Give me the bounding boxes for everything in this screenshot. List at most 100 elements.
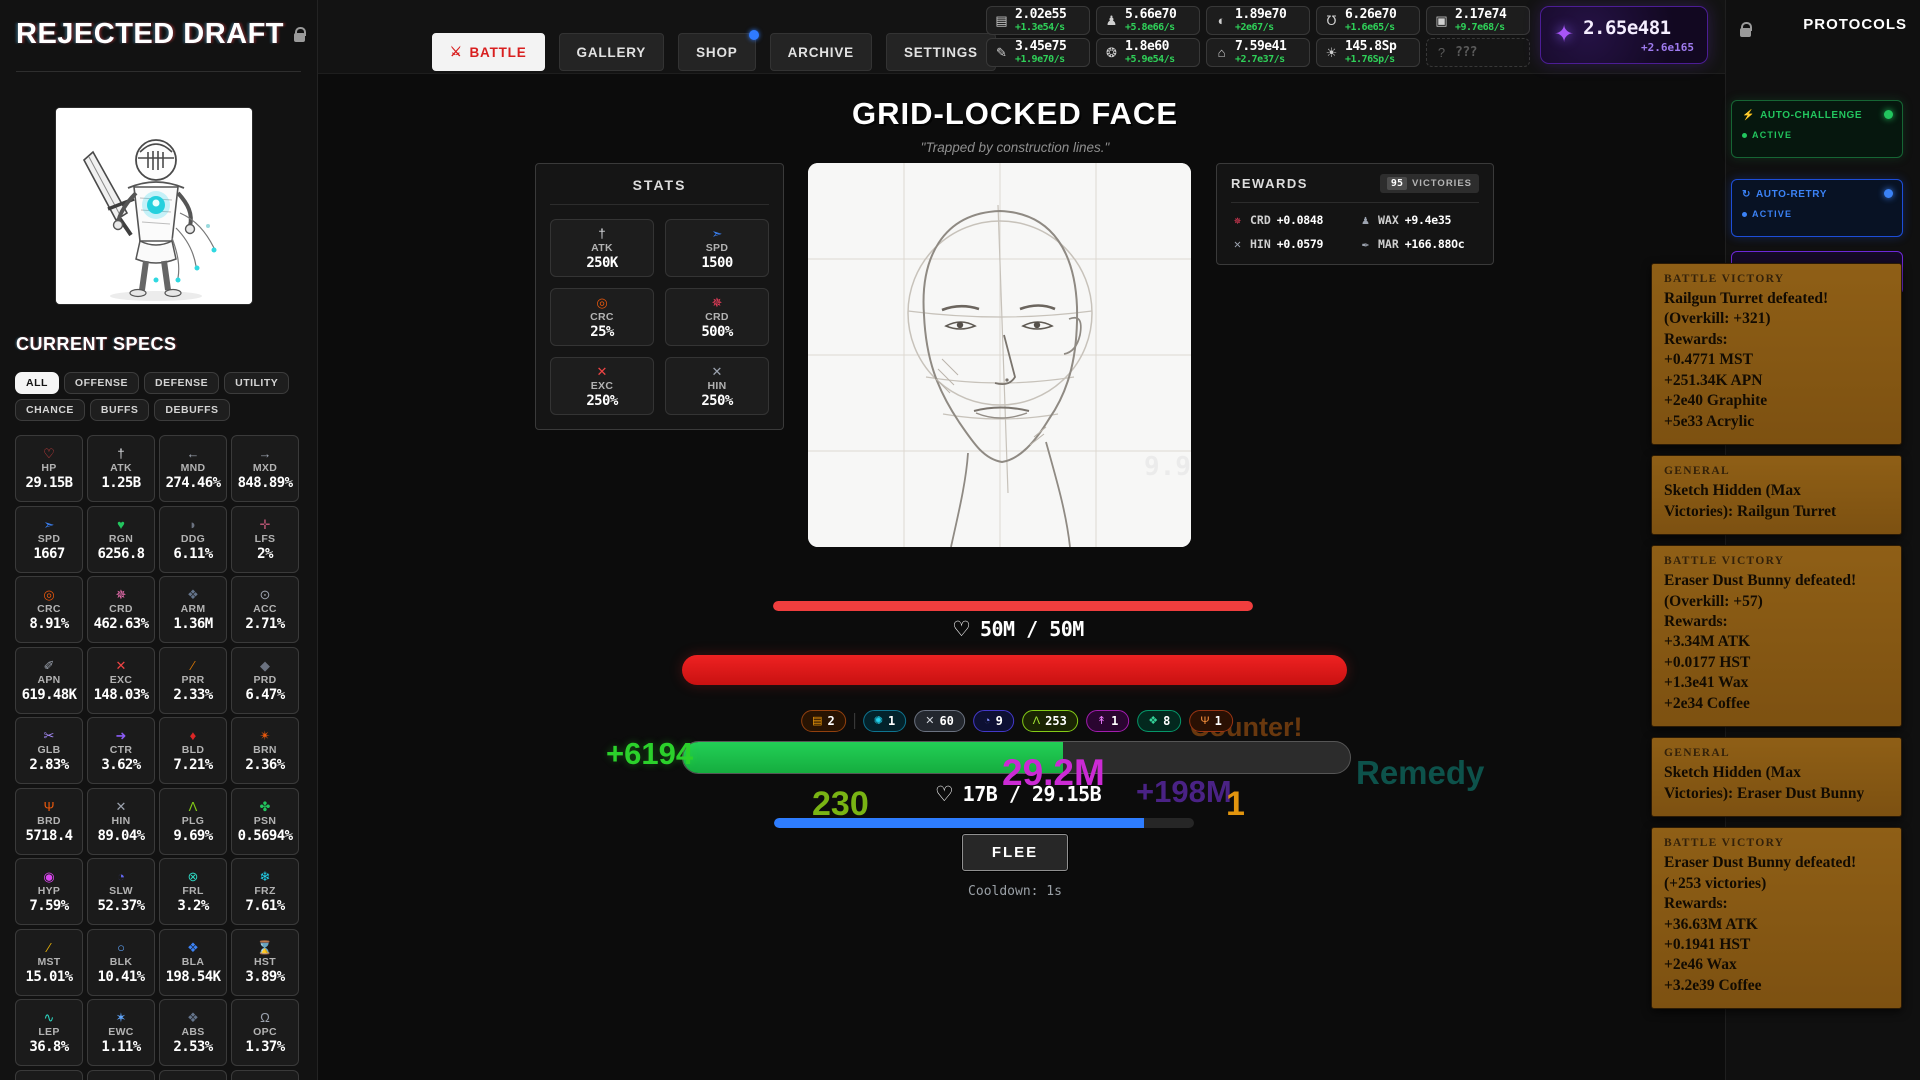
stat-value: 500% [701, 324, 732, 340]
filter-buffs[interactable]: BUFFS [90, 399, 150, 421]
spec-label: HYP [38, 885, 61, 897]
tab-gallery[interactable]: GALLERY [559, 33, 665, 71]
spec-value: 148.03% [94, 687, 149, 703]
spec-label: SLW [109, 885, 133, 897]
buff-chip-slow-debuff[interactable]: ◔9 [973, 710, 1014, 732]
tab-battle[interactable]: ⚔BATTLE [432, 33, 545, 71]
divider [16, 71, 301, 72]
spec-cell-prr[interactable]: ∕PRR2.33% [159, 647, 227, 714]
spec-cell-hst[interactable]: ⌛HST3.89% [231, 929, 299, 996]
flee-button[interactable]: FLEE [962, 834, 1068, 871]
protocol-card-auto-retry[interactable]: ↻AUTO-RETRYACTIVE [1731, 179, 1903, 237]
spec-cell-crc[interactable]: ◎CRC8.91% [15, 576, 83, 643]
enemy-stats-panel: STATS †ATK250K➣SPD1500◎CRC25%✵CRD500%✕EX… [535, 163, 784, 430]
spec-cell-bla[interactable]: ❖BLA198.54K [159, 929, 227, 996]
status-dot [1742, 212, 1747, 217]
rgn-stat-icon: ♥ [117, 517, 125, 532]
spec-cell-slw[interactable]: ◔SLW52.37% [87, 858, 155, 925]
lfs-stat-icon: ✛ [260, 517, 271, 532]
spec-cell-bld[interactable]: ♦BLD7.21% [159, 717, 227, 784]
spec-cell-hp[interactable]: ♡HP29.15B [15, 435, 83, 502]
spec-cell-prd[interactable]: ◆PRD6.47% [231, 647, 299, 714]
spec-cell-brd[interactable]: ΨBRD5718.4 [15, 788, 83, 855]
tab-archive[interactable]: ARCHIVE [770, 33, 872, 71]
protocol-toggle[interactable] [1884, 189, 1893, 198]
spec-cell-spd[interactable]: ➣SPD1667 [15, 506, 83, 573]
brn-stat-icon: ✴ [260, 728, 271, 743]
resource-text: 6.26e70+1.6e65/s [1345, 8, 1396, 33]
protocol-toggle[interactable] [1884, 110, 1893, 119]
spec-cell-mnd[interactable]: ←MND274.46% [159, 435, 227, 502]
spec-label: BLK [110, 956, 132, 968]
filter-all[interactable]: ALL [15, 372, 59, 394]
resource-column: ▤2.02e55+1.3e54/s✎3.45e75+1.9e70/s [986, 6, 1090, 67]
filter-utility[interactable]: UTILITY [224, 372, 289, 394]
tab-shop[interactable]: SHOP [678, 33, 755, 71]
filter-defense[interactable]: DEFENSE [144, 372, 219, 394]
buff-chip-hinder-debuff[interactable]: ✕60 [914, 710, 965, 732]
spec-cell-crd[interactable]: ✵CRD462.63% [87, 576, 155, 643]
rewards-header: REWARDS 95 VICTORIES [1231, 174, 1479, 193]
spec-cell-frz[interactable]: ❄FRZ7.61% [231, 858, 299, 925]
spec-cell-ctr[interactable]: ➜CTR3.62% [87, 717, 155, 784]
spec-cell-hin[interactable]: ✕HIN89.04% [87, 788, 155, 855]
resource-text: 3.45e75+1.9e70/s [1015, 40, 1066, 65]
buff-chip-plague-stack[interactable]: Λ253 [1022, 710, 1078, 732]
spec-cell-lfs[interactable]: ✛LFS2% [231, 506, 299, 573]
resource-rate: +1.9e70/s [1015, 55, 1066, 65]
spec-cell-lep[interactable]: ∿LEP36.8% [15, 999, 83, 1066]
resource-value: 6.26e70 [1345, 8, 1396, 21]
spec-cell-rgn[interactable]: ♥RGN6256.8 [87, 506, 155, 573]
reward-hin: ✕HIN+0.0579 [1231, 237, 1351, 251]
player-hp-value: 17B / 29.15B [963, 782, 1102, 806]
reward-label: MAR [1378, 237, 1399, 251]
protocol-card-auto-challenge[interactable]: ⚡AUTO-CHALLENGEACTIVE [1731, 100, 1903, 158]
frl-stat-icon: ⊗ [188, 869, 199, 884]
spec-cell-mxd[interactable]: →MXD848.89% [231, 435, 299, 502]
spec-cell-ddg[interactable]: ◗DDG6.11% [159, 506, 227, 573]
spec-filter-row: ALLOFFENSEDEFENSEUTILITY CHANCEBUFFSDEBUF… [15, 372, 307, 421]
spec-cell-glb[interactable]: ✂GLB2.83% [15, 717, 83, 784]
buff-chip-burst-buff[interactable]: ✺1 [863, 710, 906, 732]
spec-value: 462.63% [94, 616, 149, 632]
buff-chip-flame-buff[interactable]: Ψ1 [1189, 710, 1232, 732]
toast-general[interactable]: GENERALSketch Hidden (Max Victories): Er… [1651, 737, 1902, 817]
spec-cell-exc[interactable]: ✕EXC148.03% [87, 647, 155, 714]
toast-battle-victory[interactable]: BATTLE VICTORYEraser Dust Bunny defeated… [1651, 827, 1902, 1009]
spec-cell-mst[interactable]: ∕MST15.01% [15, 929, 83, 996]
filter-debuffs[interactable]: DEBUFFS [154, 399, 229, 421]
spec-cell-atk[interactable]: †ATK1.25B [87, 435, 155, 502]
arm-stat-icon: ❖ [187, 587, 199, 602]
toast-battle-victory[interactable]: BATTLE VICTORYEraser Dust Bunny defeated… [1651, 545, 1902, 727]
filter-offense[interactable]: OFFENSE [64, 372, 139, 394]
buff-chip-scroll-buff[interactable]: ▤2 [801, 710, 846, 732]
spec-cell-frl[interactable]: ⊗FRL3.2% [159, 858, 227, 925]
attack-progress-bar [682, 741, 1351, 774]
spec-label: BLD [182, 744, 204, 756]
filter-chance[interactable]: CHANCE [15, 399, 85, 421]
spec-cell-psn[interactable]: ✤PSN0.5694% [231, 788, 299, 855]
spec-cell-blk[interactable]: ○BLK10.41% [87, 929, 155, 996]
spec-value: 8.91% [29, 616, 68, 632]
spec-cell-plg[interactable]: ΛPLG9.69% [159, 788, 227, 855]
tab-settings[interactable]: SETTINGS [886, 33, 996, 71]
spec-cell-brn[interactable]: ✴BRN2.36% [231, 717, 299, 784]
spec-cell-ewc[interactable]: ✶EWC1.11% [87, 999, 155, 1066]
spec-cell-apn[interactable]: ✐APN619.48K [15, 647, 83, 714]
spec-cell-hyp[interactable]: ◉HYP7.59% [15, 858, 83, 925]
spec-label: HST [254, 956, 276, 968]
tab-label: SETTINGS [904, 45, 978, 60]
buff-chip-shield-buff[interactable]: ❖8 [1137, 710, 1181, 732]
buff-count: 1 [1215, 714, 1222, 728]
spec-cell-arm[interactable]: ❖ARM1.36M [159, 576, 227, 643]
ink-bottle-icon: ⌂ [1214, 45, 1229, 60]
resource-rate: +1.3e54/s [1015, 23, 1066, 33]
spec-cell-abs[interactable]: ❖ABS2.53% [159, 999, 227, 1066]
toast-battle-victory[interactable]: BATTLE VICTORYRailgun Turret defeated! (… [1651, 263, 1902, 445]
buff-chip-rocket-buff[interactable]: ↟1 [1086, 710, 1129, 732]
spec-cell-acc[interactable]: ⊙ACC2.71% [231, 576, 299, 643]
toast-general[interactable]: GENERALSketch Hidden (Max Victories): Ra… [1651, 455, 1902, 535]
spec-label: HIN [112, 815, 131, 827]
spec-label: CRC [37, 603, 61, 615]
spec-cell-opc[interactable]: ΩOPC1.37% [231, 999, 299, 1066]
